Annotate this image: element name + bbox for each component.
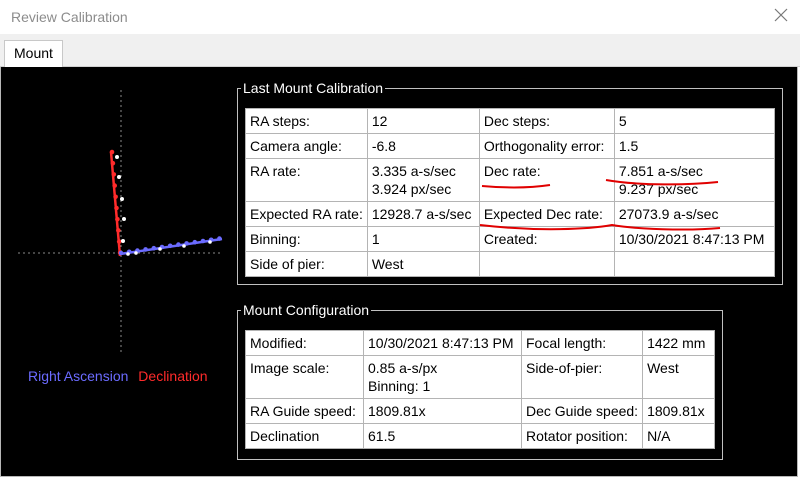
configuration-cell: 1422 mm: [642, 330, 715, 356]
ra-step-point: [143, 247, 148, 252]
tab-mount[interactable]: Mount: [4, 40, 63, 68]
configuration-cell: Rotator position:: [520, 423, 644, 449]
configuration-row: Image scale: 0.85 a-s/px Binning: 1 Side-o…: [245, 355, 715, 399]
mount-configuration-table: Modified: 10/30/2021 8:47:13 PM Focal leng…: [245, 330, 715, 449]
dec-return-point: [117, 175, 121, 179]
calibration-cell: Camera angle:: [245, 133, 368, 159]
ra-step-point: [192, 239, 198, 245]
calibration-cell: -6.8: [366, 133, 480, 159]
configuration-cell: Modified:: [245, 330, 364, 356]
calibration-cell: Expected RA rate:: [245, 201, 368, 227]
title-bar: Review Calibration: [0, 0, 800, 34]
calibration-cell: RA steps:: [245, 108, 368, 134]
calibration-cell: West: [366, 251, 480, 277]
calibration-cell: Dec steps:: [478, 108, 615, 134]
ra-step-point: [200, 238, 206, 244]
ra-return-point: [208, 240, 212, 244]
calibration-cell: [613, 251, 776, 277]
calibration-row: Camera angle: -6.8 Orthogonality error: 1.5: [245, 133, 776, 159]
configuration-cell: Image scale:: [245, 355, 364, 399]
configuration-cell: Declination: [245, 423, 364, 449]
dec-step-point: [109, 149, 115, 155]
ra-step-point: [176, 242, 181, 247]
legend-declination: Declination: [138, 368, 208, 384]
configuration-cell: West: [642, 355, 715, 399]
calibration-cell: 10/30/2021 8:47:13 PM: [613, 226, 776, 252]
calibration-cell: Created:: [478, 226, 615, 252]
calibration-cell: RA rate:: [245, 158, 368, 202]
dec-step-point: [111, 172, 117, 177]
dec-step-point: [113, 194, 118, 200]
close-icon[interactable]: [772, 6, 790, 24]
configuration-row: RA Guide speed: 1809.81x Dec Guide speed: 1…: [245, 398, 715, 424]
calibration-row: RA rate: 3.335 a-s/sec 3.924 px/sec Dec ra…: [245, 158, 776, 202]
configuration-cell: Dec Guide speed:: [520, 398, 644, 424]
calibration-cell: Orthogonality error:: [478, 133, 615, 159]
configuration-cell: 1809.81x: [363, 398, 522, 424]
calibration-cell: Dec rate:: [478, 158, 615, 202]
calibration-cell: 3.335 a-s/sec 3.924 px/sec: [366, 158, 480, 202]
dec-step-point: [112, 183, 117, 188]
calibration-cell: 27073.9 a-s/sec: [613, 201, 776, 227]
dec-step-point: [115, 216, 120, 222]
ra-return-point: [134, 251, 138, 255]
dec-step-point: [114, 205, 119, 211]
ra-step-point: [217, 236, 222, 241]
ra-step-point: [167, 243, 173, 249]
dec-step-point: [116, 228, 121, 233]
calibration-row: RA steps: 12 Dec steps: 5: [245, 108, 776, 134]
tab-strip: Mount: [0, 34, 800, 68]
calibration-cell: 1: [366, 226, 480, 252]
calibration-cell: Binning:: [245, 226, 368, 252]
configuration-cell: 61.5: [363, 423, 522, 449]
mount-configuration-title: Mount Configuration: [243, 302, 370, 318]
ra-return-point: [182, 244, 186, 248]
dec-return-point: [115, 155, 119, 159]
calibration-row: Side of pier: West: [245, 251, 776, 277]
calibration-cell: [478, 251, 615, 277]
calibration-row: Expected RA rate: 12928.7 a-s/sec Expected…: [245, 201, 776, 227]
calibration-row: Binning: 1 Created: 10/30/2021 8:47:13 PM: [245, 226, 776, 252]
dec-return-point: [121, 239, 125, 243]
configuration-row: Modified: 10/30/2021 8:47:13 PM Focal leng…: [245, 330, 715, 356]
configuration-row: Declination 61.5 Rotator position: N/A: [245, 423, 715, 449]
calibration-cell: 1.5: [613, 133, 776, 159]
ra-step-point: [151, 245, 157, 251]
calibration-graph: [18, 90, 223, 352]
calibration-cell: Expected Dec rate:: [478, 201, 615, 227]
calibration-cell: 5: [613, 108, 776, 134]
dec-return-point: [120, 197, 124, 201]
configuration-cell: 0.85 a-s/px Binning: 1: [363, 355, 522, 399]
configuration-cell: N/A: [642, 423, 715, 449]
dec-step-point: [110, 160, 116, 166]
configuration-cell: 10/30/2021 8:47:13 PM: [363, 330, 522, 356]
ra-return-point: [126, 252, 130, 256]
legend-right-ascension: Right Ascension: [28, 368, 129, 384]
configuration-cell: Focal length:: [520, 330, 644, 356]
configuration-cell: Side-of-pier:: [520, 355, 644, 399]
last-mount-calibration-table: RA steps: 12 Dec steps: 5 Camera angle: -6.8 O…: [245, 108, 776, 277]
calibration-cell: Side of pier:: [245, 251, 368, 277]
graph-legend: Right Ascension Declination: [28, 368, 208, 384]
calibration-cell: 12: [366, 108, 480, 134]
ra-return-point: [158, 247, 162, 251]
window-title: Review Calibration: [11, 9, 128, 25]
last-mount-calibration-title: Last Mount Calibration: [243, 80, 384, 96]
ra-step-point: [118, 250, 124, 256]
configuration-cell: RA Guide speed:: [245, 398, 364, 424]
dec-return-point: [122, 217, 126, 221]
dec-step-point: [116, 239, 122, 244]
calibration-cell: 12928.7 a-s/sec: [366, 201, 480, 227]
configuration-cell: 1809.81x: [642, 398, 715, 424]
calibration-cell: 7.851 a-s/sec 9.237 px/sec: [613, 158, 776, 202]
